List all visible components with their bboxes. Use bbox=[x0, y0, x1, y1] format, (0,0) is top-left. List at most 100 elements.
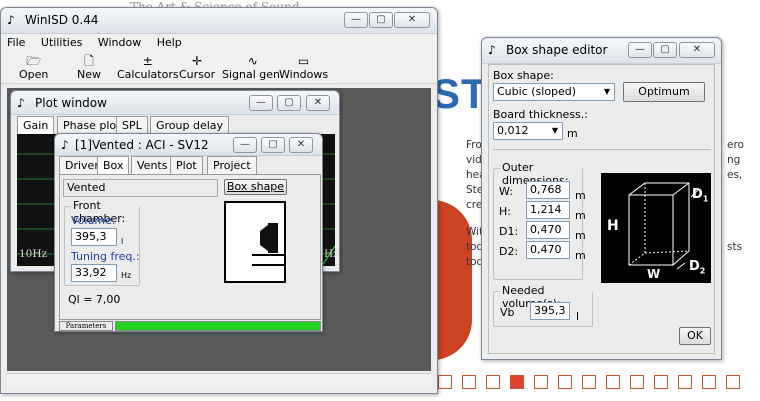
box-editor-titlebar[interactable]: ♪ Box shape editor — ▢ ✕ bbox=[482, 38, 721, 64]
menu-help[interactable]: Help bbox=[151, 34, 188, 51]
tuning-freq-input[interactable]: 33,92 bbox=[71, 264, 117, 282]
cursor-button[interactable]: ✛ Cursor bbox=[179, 54, 215, 81]
tab-spl[interactable]: SPL bbox=[116, 116, 148, 134]
box-editor-close-button[interactable]: ✕ bbox=[679, 42, 715, 58]
pager-square[interactable] bbox=[510, 375, 524, 389]
background-text-line bbox=[727, 183, 744, 198]
pager-square[interactable] bbox=[702, 375, 716, 389]
pager-square[interactable] bbox=[678, 375, 692, 389]
diagram-h-label: H bbox=[607, 218, 619, 234]
windows-button[interactable]: ▭ Windows bbox=[279, 54, 328, 81]
project-maximize-button[interactable]: ▢ bbox=[261, 137, 285, 153]
board-thickness-select[interactable]: 0,012 ▼ bbox=[493, 122, 563, 140]
signal-generator-button[interactable]: ∿ Signal gen. bbox=[222, 54, 284, 81]
pager-square[interactable] bbox=[486, 375, 500, 389]
vb-input[interactable]: 395,3 bbox=[530, 302, 570, 320]
tab-project[interactable]: Project bbox=[207, 156, 257, 174]
chevron-down-icon: ▼ bbox=[551, 126, 559, 135]
pager-square[interactable] bbox=[606, 375, 620, 389]
tab-vents[interactable]: Vents bbox=[131, 156, 174, 174]
close-button[interactable]: ✕ bbox=[394, 12, 430, 28]
plot-window-icon: ♪ bbox=[17, 96, 25, 110]
ok-button[interactable]: OK bbox=[679, 327, 711, 345]
volume-input[interactable]: 395,3 bbox=[71, 228, 117, 246]
background-text-line: es, bbox=[727, 169, 743, 181]
width-label: W: bbox=[499, 185, 513, 198]
tab-box[interactable]: Box bbox=[97, 156, 130, 174]
depth2-label: D2: bbox=[499, 245, 519, 258]
main-window-titlebar[interactable]: ♪ WinISD 0.44 — ▢ ✕ bbox=[1, 8, 437, 34]
parameters-label: Parameters bbox=[59, 321, 113, 331]
pager-square[interactable] bbox=[462, 375, 476, 389]
needed-volume-group: Needed volume(s): Vb 395,3 l bbox=[493, 284, 593, 327]
width-input[interactable]: 0,768 bbox=[526, 181, 570, 199]
vb-unit: l bbox=[576, 310, 580, 323]
diagram-d2-label: D2 bbox=[689, 259, 706, 276]
depth1-input[interactable]: 0,470 bbox=[526, 221, 570, 239]
status-strip: Parameters bbox=[59, 321, 321, 331]
diagram-d1-label: D1 bbox=[692, 187, 709, 204]
signal-generator-icon: ∿ bbox=[247, 54, 258, 68]
project-window-titlebar[interactable]: ♪ [1]Vented : ACI - SV12 — ▢ ✕ bbox=[55, 134, 322, 156]
project-window-icon: ♪ bbox=[61, 138, 69, 152]
divider bbox=[493, 149, 711, 150]
minimize-button[interactable]: — bbox=[344, 12, 368, 28]
depth2-input[interactable]: 0,470 bbox=[526, 241, 570, 259]
pager-square[interactable] bbox=[582, 375, 596, 389]
plot-minimize-button[interactable]: — bbox=[249, 95, 273, 111]
box-editor-minimize-button[interactable]: — bbox=[628, 42, 652, 58]
plot-window-titlebar[interactable]: ♪ Plot window — ▢ ✕ bbox=[11, 91, 339, 115]
pager-square[interactable] bbox=[630, 375, 644, 389]
project-minimize-button[interactable]: — bbox=[233, 137, 257, 153]
menu-bar: File Utilities Window Help bbox=[1, 34, 437, 52]
depth1-label: D1: bbox=[499, 225, 519, 238]
progress-bar-fill bbox=[116, 322, 320, 330]
project-window: ♪ [1]Vented : ACI - SV12 — ▢ ✕ Driver Bo… bbox=[54, 133, 323, 332]
plot-window-title: Plot window bbox=[35, 96, 107, 110]
project-window-title: [1]Vented : ACI - SV12 bbox=[75, 138, 209, 152]
new-button[interactable]: 🗋 New bbox=[77, 54, 101, 81]
box-tab-panel: Vented Box shape Front chamber: Volume: … bbox=[59, 174, 321, 320]
box-shape-button[interactable]: Box shape bbox=[224, 179, 287, 195]
background-text-line: ng bbox=[727, 154, 741, 166]
box-editor-maximize-button[interactable]: ▢ bbox=[653, 42, 677, 58]
maximize-button[interactable]: ▢ bbox=[369, 12, 393, 28]
project-close-button[interactable]: ✕ bbox=[289, 137, 313, 153]
status-bar bbox=[7, 373, 431, 387]
calculators-button[interactable]: ± Calculators bbox=[117, 54, 179, 81]
main-window-title: WinISD 0.44 bbox=[25, 13, 99, 27]
pager-square[interactable] bbox=[726, 375, 740, 389]
pager-square[interactable] bbox=[438, 375, 452, 389]
menu-window[interactable]: Window bbox=[92, 34, 147, 51]
windows-icon: ▭ bbox=[297, 54, 310, 68]
background-text-line bbox=[727, 198, 744, 213]
box-editor-title: Box shape editor bbox=[506, 43, 608, 57]
background-text-line: sts bbox=[727, 241, 743, 253]
pager-square[interactable] bbox=[654, 375, 668, 389]
tab-gain[interactable]: Gain bbox=[17, 116, 55, 134]
width-unit: m bbox=[575, 189, 586, 202]
open-button[interactable]: 🗁 Open bbox=[19, 54, 48, 81]
depth2-unit: m bbox=[575, 249, 586, 262]
vb-label: Vb bbox=[500, 306, 515, 319]
menu-file[interactable]: File bbox=[1, 34, 31, 51]
plot-maximize-button[interactable]: ▢ bbox=[277, 95, 301, 111]
box-editor-icon: ♪ bbox=[488, 43, 496, 57]
toolbar: 🗁 Open 🗋 New ± Calculators ✛ Cursor ∿ Signal … bbox=[1, 52, 437, 84]
speaker-driver-drawing bbox=[252, 223, 284, 266]
optimum-button[interactable]: Optimum bbox=[623, 82, 705, 102]
tab-group-delay[interactable]: Group delay bbox=[150, 116, 230, 134]
pager-square[interactable] bbox=[558, 375, 572, 389]
depth1-unit: m bbox=[575, 229, 586, 242]
tab-plot[interactable]: Plot bbox=[170, 156, 203, 174]
board-thickness-unit: m bbox=[567, 127, 578, 140]
menu-utilities[interactable]: Utilities bbox=[35, 34, 88, 51]
plot-close-button[interactable]: ✕ bbox=[306, 95, 330, 111]
ql-value: Ql = 7,00 bbox=[68, 293, 121, 306]
diagram-w-label: W bbox=[647, 267, 661, 281]
box-shape-select[interactable]: Cubic (sloped) ▼ bbox=[493, 83, 615, 101]
folder-open-icon: 🗁 bbox=[26, 54, 42, 68]
app-icon: ♪ bbox=[7, 13, 15, 27]
pager-square[interactable] bbox=[534, 375, 548, 389]
height-input[interactable]: 1,214 bbox=[526, 201, 570, 219]
